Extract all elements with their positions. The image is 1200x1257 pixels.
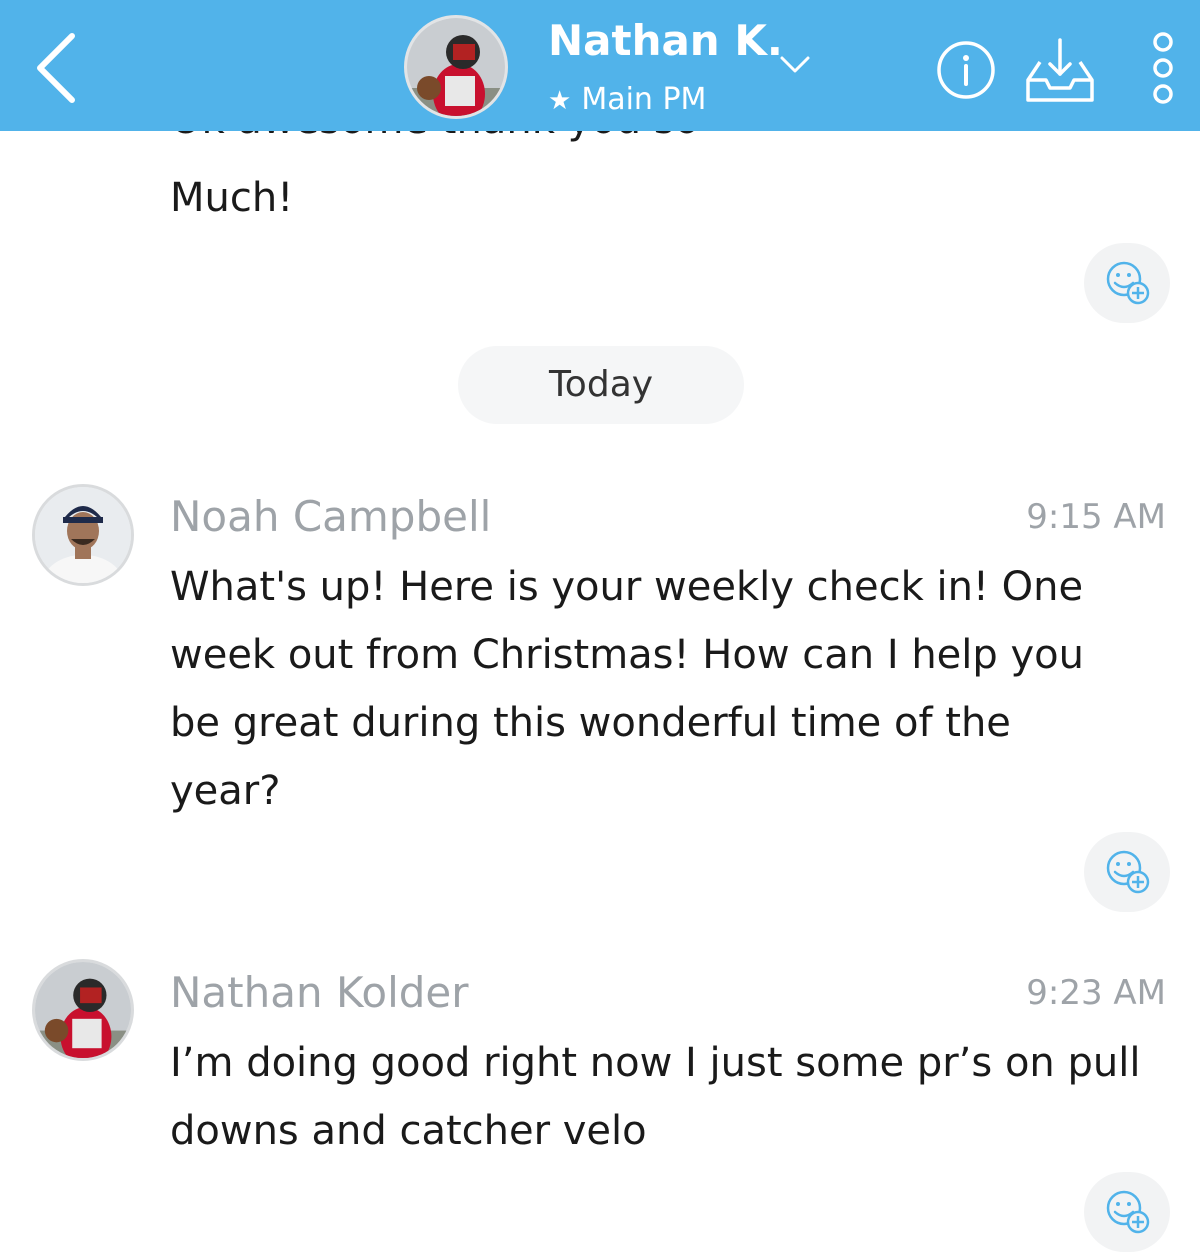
message-sender: Nathan Kolder [170,968,469,1017]
contact-name[interactable]: Nathan K. [548,16,783,65]
avatar[interactable] [32,959,134,1061]
message-text: I’m doing good right now I just some pr’… [170,1029,1170,1165]
message-text: What's up! Here is your weekly check in!… [170,553,1170,825]
message-sender: Noah Campbell [170,492,492,541]
avatar[interactable] [32,484,134,586]
player-avatar-image [35,487,131,583]
chevron-down-icon [780,56,810,73]
catcher-avatar-image [407,18,505,116]
message-line: downs and catcher velo [170,1108,647,1154]
inbox-download-icon [1026,38,1094,102]
info-icon [937,41,995,99]
add-reaction-icon [1106,261,1150,305]
add-reaction-button[interactable] [1084,1172,1170,1252]
chat-header: Nathan K. ★ Main PM [0,0,1200,131]
message-line: year? [170,768,281,814]
message-list[interactable]: Ok awesome thank you so Much! Today Noah… [0,131,1200,1257]
date-divider: Today [458,346,744,424]
name-menu-button[interactable] [776,52,814,78]
info-button[interactable] [936,40,996,100]
add-reaction-icon [1106,1190,1150,1234]
add-reaction-icon [1106,850,1150,894]
more-options-button[interactable] [1146,30,1180,106]
contact-subtitle-label: Main PM [581,82,707,117]
message-line: week out from Christmas! How can I help … [170,632,1085,678]
more-vertical-icon [1153,32,1173,104]
add-reaction-button[interactable] [1084,832,1170,912]
inbox-button[interactable] [1024,36,1096,104]
chevron-left-icon [37,33,75,103]
previous-message-partial-line: Ok awesome thank you so [170,131,699,143]
message-time: 9:15 AM [1026,497,1166,537]
message-line: be great during this wonderful time of t… [170,700,1011,746]
star-icon: ★ [548,86,572,116]
back-button[interactable] [28,28,88,108]
add-reaction-button[interactable] [1084,243,1170,323]
contact-avatar[interactable] [404,15,508,119]
contact-subtitle: ★ Main PM [548,82,706,117]
catcher-avatar-image [35,962,131,1058]
previous-message-text: Much! [170,175,294,221]
message-time: 9:23 AM [1026,973,1166,1013]
message-line: I’m doing good right now I just some pr’… [170,1040,1141,1086]
message-line: What's up! Here is your weekly check in!… [170,564,1084,610]
